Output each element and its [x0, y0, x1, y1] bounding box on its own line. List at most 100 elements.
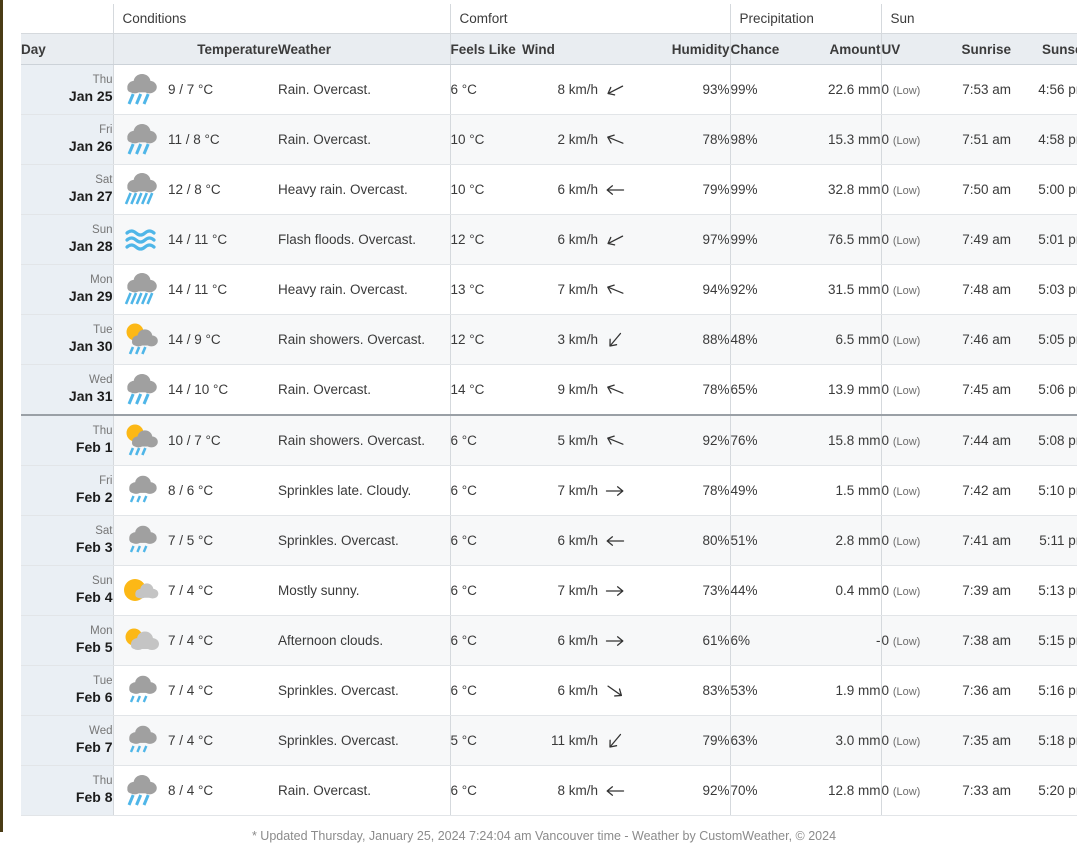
sprinkles-icon [129, 725, 157, 752]
table-row[interactable]: Fri Jan 26 11 / 8 °C Rain. Overcast. 10 °C 2 … [21, 114, 1077, 165]
table-row[interactable]: Mon Feb 5 7 / 4 °C Afternoon clouds. 6 °C 6 k… [21, 615, 1077, 666]
uv-value: 0 [881, 132, 890, 147]
table-row[interactable]: Sat Jan 27 12 / 8 °C Heavy rain. Overcast. 1… [21, 164, 1077, 215]
day-date: Feb 5 [75, 639, 113, 656]
temperature-cell: 14 / 11 °C [168, 214, 278, 265]
column-header-uv[interactable]: UV [880, 33, 938, 65]
uv-cell: 0 (Low) [880, 414, 938, 466]
day-cell[interactable]: Wed Feb 7 [21, 715, 114, 766]
precip-amount-cell: 13.9 mm [792, 364, 882, 416]
day-weekday: Mon [90, 274, 113, 287]
day-cell[interactable]: Thu Feb 8 [21, 765, 114, 816]
feels-like-cell: 6 °C [449, 414, 523, 466]
temperature-cell: 7 / 4 °C [168, 665, 278, 716]
sunset-cell: 5:03 pm [1011, 264, 1077, 315]
day-cell[interactable]: Sat Feb 3 [21, 515, 114, 566]
day-cell[interactable]: Thu Jan 25 [21, 64, 114, 115]
wind-speed-cell: 2 km/h [522, 114, 599, 165]
column-header-temperature[interactable]: Temperature [168, 33, 278, 65]
precip-amount-cell: 31.5 mm [792, 264, 882, 315]
uv-value: 0 [881, 82, 890, 97]
sunrise-cell: 7:48 am [937, 264, 1012, 315]
day-cell[interactable]: Tue Feb 6 [21, 665, 114, 716]
table-row[interactable]: Wed Feb 7 7 / 4 °C Sprinkles. Overcast. 5 °C… [21, 715, 1077, 766]
day-cell[interactable]: Fri Jan 26 [21, 114, 114, 165]
day-cell[interactable]: Sun Jan 28 [21, 214, 114, 265]
day-weekday: Sun [92, 575, 113, 588]
column-header-wind[interactable]: Wind [522, 33, 599, 65]
column-header-feels-like[interactable]: Feels Like [449, 33, 523, 65]
column-header-day[interactable]: Day [21, 33, 113, 65]
wind-arrow-e-icon [605, 485, 624, 496]
table-row[interactable]: Thu Feb 1 10 / 7 °C Rain showers. Overcast.… [21, 414, 1077, 466]
left-margin-strip [0, 0, 3, 832]
day-cell[interactable]: Wed Jan 31 [21, 364, 114, 416]
uv-level: (Low) [892, 486, 921, 498]
table-row[interactable]: Tue Jan 30 14 / 9 °C Rain showers. Overcast… [21, 314, 1077, 365]
day-cell[interactable]: Mon Jan 29 [21, 264, 114, 315]
wind-speed-cell: 8 km/h [522, 64, 599, 115]
group-header-precipitation: Precipitation [729, 4, 882, 34]
feels-like-cell: 6 °C [449, 765, 523, 816]
uv-cell: 0 (Low) [880, 515, 938, 566]
precip-amount-cell: 12.8 mm [792, 765, 882, 816]
table-row[interactable]: Wed Jan 31 14 / 10 °C Rain. Overcast. 14 °C 9… [21, 364, 1077, 416]
flash-floods-icon [125, 228, 156, 251]
column-header-sunset[interactable]: Sunset [1011, 33, 1077, 65]
precip-amount-cell: 6.5 mm [792, 314, 882, 365]
precip-chance-cell: 99% [729, 214, 793, 265]
uv-level: (Low) [892, 636, 921, 648]
table-row[interactable]: Sun Jan 28 14 / 11 °C Flash floods. Overcas… [21, 214, 1077, 265]
uv-value: 0 [881, 683, 890, 698]
wind-direction-cell [598, 665, 633, 716]
table-row[interactable]: Thu Jan 25 9 / 7 °C Rain. Overcast. 6 °C 8 km… [21, 64, 1077, 115]
weather-forecast-table: Conditions Comfort Precipitation Sun Day… [21, 4, 1077, 816]
day-cell[interactable]: Tue Jan 30 [21, 314, 114, 365]
day-cell[interactable]: Mon Feb 5 [21, 615, 114, 666]
table-row[interactable]: Sat Feb 3 7 / 5 °C Sprinkles. Overcast. 6 °C… [21, 515, 1077, 566]
weather-icon-cell [112, 114, 168, 165]
uv-cell: 0 (Low) [880, 765, 938, 816]
weather-description-cell: Rain. Overcast. [278, 765, 451, 816]
column-header-weather[interactable]: Weather [278, 33, 451, 65]
precip-chance-cell: 63% [729, 715, 793, 766]
day-date: Feb 7 [75, 739, 113, 756]
humidity-cell: 78% [632, 114, 731, 165]
precip-amount-cell: 76.5 mm [792, 214, 882, 265]
uv-value: 0 [881, 382, 890, 397]
uv-value: 0 [881, 633, 890, 648]
wind-arrow-w-icon [606, 184, 625, 195]
uv-value: 0 [881, 583, 890, 598]
wind-direction-cell [598, 715, 633, 766]
footer-note: * Updated Thursday, January 25, 2024 7:2… [251, 829, 837, 843]
table-row[interactable]: Sun Feb 4 7 / 4 °C Mostly sunny. 6 °C 7 km/h 7… [21, 565, 1077, 616]
uv-cell: 0 (Low) [880, 615, 938, 666]
column-header-humidity[interactable]: Humidity [632, 33, 731, 65]
weather-description-cell: Rain. Overcast. [278, 64, 451, 115]
column-header-amount[interactable]: Amount [792, 33, 882, 65]
table-row[interactable]: Tue Feb 6 7 / 4 °C Sprinkles. Overcast. 6 °C… [21, 665, 1077, 716]
humidity-cell: 80% [632, 515, 731, 566]
day-cell[interactable]: Thu Feb 1 [21, 414, 114, 466]
day-cell[interactable]: Sun Feb 4 [21, 565, 114, 616]
group-header-conditions: Conditions [112, 4, 451, 34]
day-cell[interactable]: Fri Feb 2 [21, 465, 114, 516]
feels-like-cell: 12 °C [449, 314, 523, 365]
rain-overcast-icon [127, 73, 157, 105]
table-row[interactable]: Fri Feb 2 8 / 6 °C Sprinkles late. Cloudy. 6… [21, 465, 1077, 516]
table-row[interactable]: Thu Feb 8 8 / 4 °C Rain. Overcast. 6 °C 8 km/… [21, 765, 1077, 816]
table-row[interactable]: Mon Jan 29 14 / 11 °C Heavy rain. Overcast.… [21, 264, 1077, 315]
weather-icon-cell [112, 314, 168, 365]
sunrise-cell: 7:49 am [937, 214, 1012, 265]
day-cell[interactable]: Sat Jan 27 [21, 164, 114, 215]
sun-rain-showers-icon [126, 323, 158, 355]
temperature-cell: 14 / 9 °C [168, 314, 278, 365]
uv-cell: 0 (Low) [880, 465, 938, 516]
weather-icon-cell [112, 264, 168, 315]
feels-like-cell: 10 °C [449, 114, 523, 165]
temperature-cell: 7 / 4 °C [168, 715, 278, 766]
wind-arrow-e-icon [605, 635, 624, 646]
column-header-chance[interactable]: Chance [729, 33, 793, 65]
day-weekday: Thu [92, 425, 113, 438]
column-header-sunrise[interactable]: Sunrise [937, 33, 1012, 65]
